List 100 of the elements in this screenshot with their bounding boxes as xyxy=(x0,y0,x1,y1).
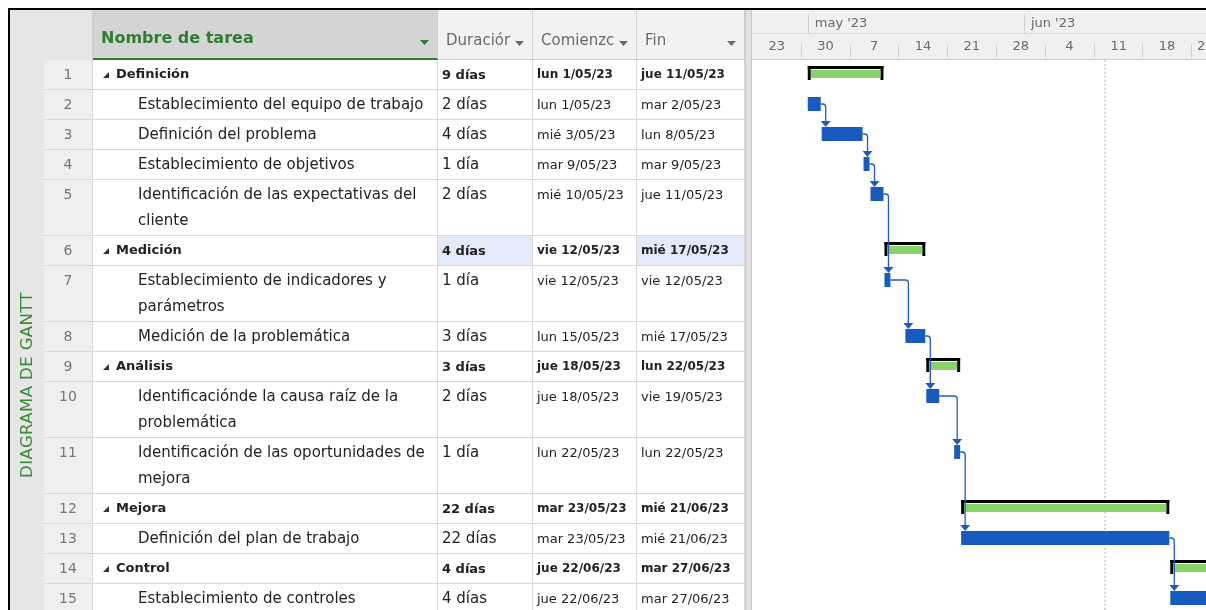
task-name: Análisis xyxy=(116,357,173,375)
column-header[interactable]: Nombre de tarea xyxy=(93,10,438,60)
column-header[interactable]: Duraciór xyxy=(438,10,533,60)
column-header[interactable]: Fin xyxy=(637,10,745,60)
duration-cell: 1 día xyxy=(438,438,533,494)
row-number[interactable]: 4 xyxy=(44,150,93,180)
start-date-cell: lun 22/05/23 xyxy=(533,438,637,494)
week-label: 4 xyxy=(1065,37,1074,55)
task-name: Definición xyxy=(116,65,190,83)
link-arrow xyxy=(924,335,936,389)
task-name: Mejora xyxy=(116,499,167,517)
collapse-icon[interactable] xyxy=(102,505,110,513)
collapse-icon[interactable] xyxy=(102,565,110,573)
start-date-cell: mar 23/05/23 xyxy=(533,494,637,524)
duration-cell: 3 días xyxy=(438,322,533,352)
duration-cell: 4 días xyxy=(438,120,533,150)
row-number[interactable]: 14 xyxy=(44,554,93,584)
task-bar xyxy=(821,127,863,141)
link-arrow xyxy=(938,395,963,445)
collapse-icon[interactable] xyxy=(102,363,110,371)
start-date-cell: lun 1/05/23 xyxy=(533,90,637,120)
task-bar xyxy=(954,445,961,459)
duration-cell: 2 días xyxy=(438,90,533,120)
dropdown-arrow-icon xyxy=(515,41,524,47)
start-date-cell: vie 12/05/23 xyxy=(533,236,637,266)
task-name: Medición de la problemática xyxy=(138,326,351,347)
collapse-icon[interactable] xyxy=(102,247,110,255)
start-date-cell: lun 1/05/23 xyxy=(533,60,637,90)
view-label: DIAGRAMA DE GANTT xyxy=(15,292,37,478)
link-arrow xyxy=(889,279,914,329)
row-number[interactable]: 3 xyxy=(44,120,93,150)
task-name: Identificación de las oportunidades de mejora xyxy=(138,442,426,489)
row-number[interactable]: 9 xyxy=(44,352,93,382)
row-number[interactable]: 1 xyxy=(44,60,93,90)
row-number[interactable]: 5 xyxy=(44,180,93,236)
week-label: 14 xyxy=(914,37,932,55)
duration-cell: 4 días xyxy=(438,554,533,584)
row-number[interactable]: 15 xyxy=(44,584,93,610)
row-number[interactable]: 11 xyxy=(44,438,93,494)
month-label: may '23 xyxy=(814,14,868,32)
finish-date-cell: mar 9/05/23 xyxy=(637,150,745,180)
task-name: Definición del problema xyxy=(138,124,317,145)
finish-date-cell: mar 27/06/23 xyxy=(637,554,745,584)
finish-date-cell: mié 21/06/23 xyxy=(637,494,745,524)
start-date-cell: lun 15/05/23 xyxy=(533,322,637,352)
finish-date-cell: vie 12/05/23 xyxy=(637,266,745,322)
task-name: Definición del plan de trabajo xyxy=(138,528,360,549)
finish-date-cell: mié 17/05/23 xyxy=(637,322,745,352)
task-bar xyxy=(884,273,891,287)
week-label: 18 xyxy=(1158,37,1176,55)
start-date-cell: jue 18/05/23 xyxy=(533,352,637,382)
finish-date-cell: vie 19/05/23 xyxy=(637,382,745,438)
duration-cell: 1 día xyxy=(438,266,533,322)
duration-cell: 1 día xyxy=(438,150,533,180)
row-number[interactable]: 6 xyxy=(44,236,93,266)
link-arrow xyxy=(1168,537,1180,591)
month-label: jun '23 xyxy=(1030,14,1076,32)
row-number[interactable]: 12 xyxy=(44,494,93,524)
finish-date-cell: mié 21/06/23 xyxy=(637,524,745,554)
column-header[interactable]: Comienzc xyxy=(533,10,637,60)
task-bar xyxy=(870,187,884,201)
task-name: Establecimiento de objetivos xyxy=(138,154,355,175)
row-number[interactable]: 7 xyxy=(44,266,93,322)
start-date-cell: jue 22/06/23 xyxy=(533,584,637,610)
start-date-cell: vie 12/05/23 xyxy=(533,266,637,322)
task-bar xyxy=(905,329,926,343)
finish-date-cell: lun 22/05/23 xyxy=(637,438,745,494)
summary-bar xyxy=(926,358,961,372)
row-number[interactable]: 10 xyxy=(44,382,93,438)
task-name: Medición xyxy=(116,241,182,259)
week-label: 7 xyxy=(870,37,879,55)
duration-cell: 22 días xyxy=(438,524,533,554)
duration-cell: 2 días xyxy=(438,382,533,438)
start-date-cell: mar 23/05/23 xyxy=(533,524,637,554)
duration-cell: 3 días xyxy=(438,352,533,382)
duration-cell: 4 días xyxy=(438,236,533,266)
week-label: 23 xyxy=(768,37,785,55)
task-name: Establecimiento de controles xyxy=(138,588,356,609)
row-number[interactable]: 8 xyxy=(44,322,93,352)
task-name: Identificaciónde la causa raíz de la problemática xyxy=(138,386,400,433)
finish-date-cell: lun 8/05/23 xyxy=(637,120,745,150)
summary-bar xyxy=(1170,560,1206,574)
task-name: Establecimiento de indicadores y parámetros xyxy=(138,270,388,317)
dropdown-arrow-icon xyxy=(420,40,429,46)
task-name: Identificación de las expectativas del cliente xyxy=(138,184,418,231)
start-date-cell: mié 10/05/23 xyxy=(533,180,637,236)
start-date-cell: mié 3/05/23 xyxy=(533,120,637,150)
start-date-cell: jue 22/06/23 xyxy=(533,554,637,584)
link-arrow xyxy=(861,133,873,157)
finish-date-cell: jue 11/05/23 xyxy=(637,180,745,236)
link-arrow xyxy=(868,163,880,187)
week-label: 28 xyxy=(1012,37,1029,55)
collapse-icon[interactable] xyxy=(102,71,110,79)
start-date-cell: mar 9/05/23 xyxy=(533,150,637,180)
row-number[interactable]: 13 xyxy=(44,524,93,554)
row-number[interactable]: 2 xyxy=(44,90,93,120)
task-name: Establecimiento del equipo de trabajo xyxy=(138,94,424,115)
summary-bar xyxy=(884,242,926,256)
week-label: 11 xyxy=(1110,37,1128,55)
task-name: Control xyxy=(116,559,170,577)
